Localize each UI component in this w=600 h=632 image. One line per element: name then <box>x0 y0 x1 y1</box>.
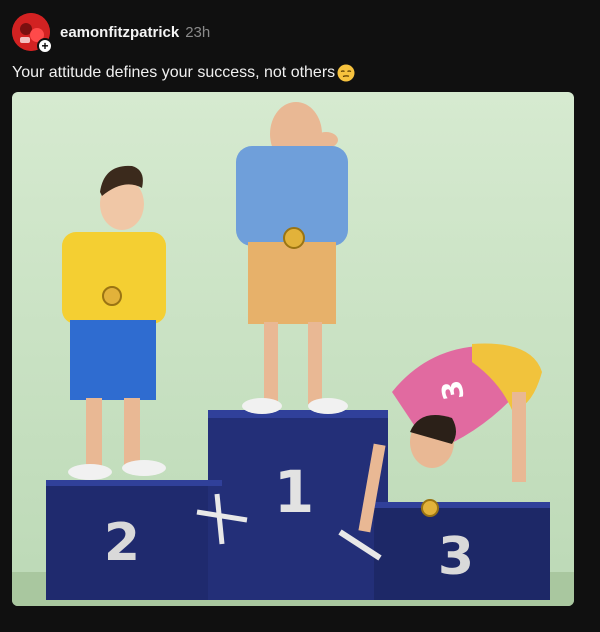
post-header: + eamonfitzpatrick 23h <box>12 12 211 54</box>
podium-label-2: 2 <box>104 513 140 573</box>
follow-plus-icon[interactable]: + <box>37 38 53 54</box>
post-image[interactable]: 2 1 3 3 <box>12 92 574 606</box>
podium-label-1: 1 <box>274 458 314 526</box>
unamused-face-emoji-icon <box>337 64 355 82</box>
podium-label-3: 3 <box>438 527 474 587</box>
timestamp: 23h <box>185 23 211 41</box>
post-caption: Your attitude defines your success, not … <box>12 64 355 82</box>
avatar[interactable]: + <box>12 13 53 54</box>
username[interactable]: eamonfitzpatrick <box>60 24 179 41</box>
caption-text: Your attitude defines your success, not … <box>12 64 336 81</box>
